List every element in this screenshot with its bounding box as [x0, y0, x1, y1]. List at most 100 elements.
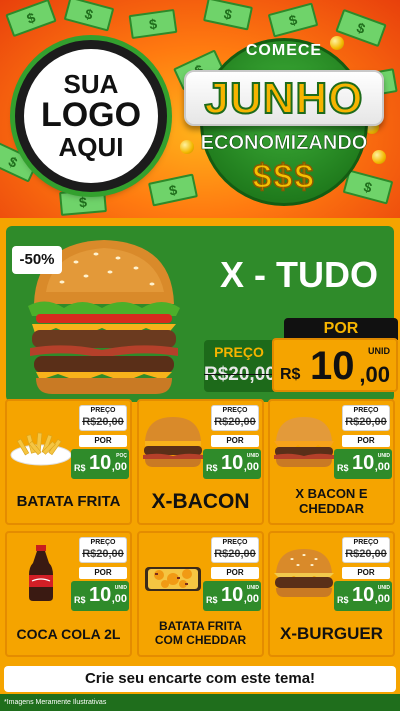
product-name: BATATA FRITA [16, 493, 121, 511]
price-cents: ,00 [359, 362, 390, 387]
burger-cheddar-image [274, 417, 334, 467]
old-price-label: PREÇO [353, 539, 379, 546]
por-label: POR [342, 435, 390, 447]
old-price-label: PREÇO [353, 407, 379, 414]
logo-text-line1: SUA [63, 68, 119, 99]
old-price-box: PREÇO R$20,00 [79, 405, 127, 431]
price-cents: ,00 [111, 461, 127, 473]
money-bill-icon [59, 188, 107, 216]
unit-label: UNID [377, 453, 390, 459]
old-price-value: R$20,00 [214, 548, 256, 560]
product-card-x-bacon-cheddar[interactable]: PREÇO R$20,00 POR R$ 10 UNID ,00 X BACON… [268, 399, 395, 525]
new-price-box: R$ 10 UNID ,00 [334, 581, 392, 611]
old-price-label: PREÇO [90, 539, 116, 546]
old-price-box: PREÇO R$20,00 [211, 405, 259, 431]
burger-classic-image [274, 549, 334, 597]
offers-section: -50% X - TUDO PREÇO R$20,00 POR R$ 10 UN… [0, 218, 400, 694]
new-price-box: R$ 10 POÇ ,00 [71, 449, 129, 479]
campaign-emblem: COMECE JUNHO ECONOMIZANDO $$$ [184, 38, 384, 208]
price-integer: 10 [89, 584, 112, 606]
logo-text-line2: LOGO [40, 96, 142, 135]
money-bill-icon [267, 2, 319, 38]
old-price-value: R$20,00 [82, 416, 124, 428]
price-integer: 10 [352, 584, 375, 606]
price-integer: 10 [310, 344, 355, 388]
french-fries-image [10, 432, 72, 466]
old-price-box: PREÇO R$20,00 [342, 537, 390, 563]
fries-cheddar-image [145, 567, 201, 591]
new-price-box: R$ 10 UNID ,00 [272, 338, 398, 392]
currency-symbol: R$ [74, 595, 86, 605]
product-name: X BACON E CHEDDAR [295, 486, 368, 516]
money-bill-icon [63, 0, 115, 32]
featured-product-name: X - TUDO [220, 254, 378, 295]
product-name: BATATA FRITA COM CHEDDAR [154, 619, 247, 647]
old-price-value: R$20,00 [204, 364, 276, 385]
old-price-value: R$20,00 [345, 416, 387, 428]
header-banner: SUA LOGO AQUI COMECE JUNHO ECONOMIZANDO … [0, 0, 400, 218]
por-label: POR [284, 318, 398, 340]
discount-badge: -50% [12, 246, 62, 274]
logo-text-line3: AQUI [58, 131, 124, 162]
unit-label: UNID [377, 585, 390, 591]
currency-symbol: R$ [337, 595, 349, 605]
currency-symbol: R$ [280, 366, 301, 383]
por-label: POR [79, 435, 127, 447]
old-price-box: PREÇO R$20,00 [211, 537, 259, 563]
price-cents: ,00 [111, 593, 127, 605]
logo-placeholder[interactable]: SUA LOGO AQUI [15, 40, 167, 192]
old-price-box: PREÇO R$20,00 [204, 340, 276, 392]
burger-bacon-image [143, 417, 203, 467]
campaign-line2: JUNHO [203, 73, 364, 124]
product-card-coca-cola[interactable]: PREÇO R$20,00 POR R$ 10 UNID ,00 COCA CO… [5, 531, 132, 657]
old-price-label: PREÇO [222, 407, 248, 414]
price-integer: 10 [89, 452, 112, 474]
featured-product-card[interactable]: -50% X - TUDO PREÇO R$20,00 POR R$ 10 UN… [6, 226, 398, 402]
old-price-box: PREÇO R$20,00 [79, 537, 127, 563]
price-integer: 10 [221, 452, 244, 474]
new-price-box: R$ 10 UNID ,00 [334, 449, 392, 479]
old-price-label: PREÇO [214, 344, 264, 360]
product-card-batata-cheddar[interactable]: PREÇO R$20,00 POR R$ 10 UNID ,00 BATATA … [137, 531, 264, 657]
new-price-box: R$ 10 UNID ,00 [71, 581, 129, 611]
soda-bottle-image [29, 545, 53, 601]
unit-label: POÇ [116, 453, 127, 459]
product-card-batata-frita[interactable]: PREÇO R$20,00 POR R$ 10 POÇ ,00 BATATA F… [5, 399, 132, 525]
currency-symbol: R$ [206, 463, 218, 473]
product-name: X-BURGUER [280, 624, 383, 644]
money-bill-icon [5, 0, 57, 38]
unit-label: UNID [368, 346, 390, 356]
unit-label: UNID [246, 453, 259, 459]
new-price-box: R$ 10 UNID ,00 [203, 449, 261, 479]
por-label: POR [342, 567, 390, 579]
unit-label: UNID [114, 585, 127, 591]
price-integer: 10 [352, 452, 375, 474]
money-bill-icon [128, 8, 178, 40]
product-name: COCA COLA 2L [16, 625, 121, 642]
price-cents: ,00 [243, 593, 259, 605]
por-label: POR [211, 567, 259, 579]
por-label: POR [211, 435, 259, 447]
old-price-box: PREÇO R$20,00 [342, 405, 390, 431]
old-price-label: PREÇO [90, 407, 116, 414]
new-price-box: R$ 10 UNID ,00 [203, 581, 261, 611]
price-cents: ,00 [243, 461, 259, 473]
price-integer: 10 [221, 584, 244, 606]
price-cents: ,00 [374, 461, 390, 473]
currency-symbol: R$ [337, 463, 349, 473]
product-name: X-BACON [151, 489, 250, 513]
price-cents: ,00 [374, 593, 390, 605]
unit-label: UNID [246, 585, 259, 591]
currency-symbol: R$ [74, 463, 86, 473]
campaign-line3: ECONOMIZANDO [200, 132, 368, 155]
product-card-x-burguer[interactable]: PREÇO R$20,00 POR R$ 10 UNID ,00 X-BURGU… [268, 531, 395, 657]
por-label: POR [79, 567, 127, 579]
old-price-value: R$20,00 [214, 416, 256, 428]
old-price-value: R$20,00 [82, 548, 124, 560]
image-disclaimer: *Imagens Meramente Ilustrativas [4, 699, 107, 706]
dollar-signs-icon: $$$ [252, 157, 316, 197]
old-price-value: R$20,00 [345, 548, 387, 560]
product-card-x-bacon[interactable]: PREÇO R$20,00 POR R$ 10 UNID ,00 X-BACON [137, 399, 264, 525]
create-flyer-button[interactable]: Crie seu encarte com este tema! [4, 666, 396, 692]
money-bill-icon [203, 0, 253, 31]
